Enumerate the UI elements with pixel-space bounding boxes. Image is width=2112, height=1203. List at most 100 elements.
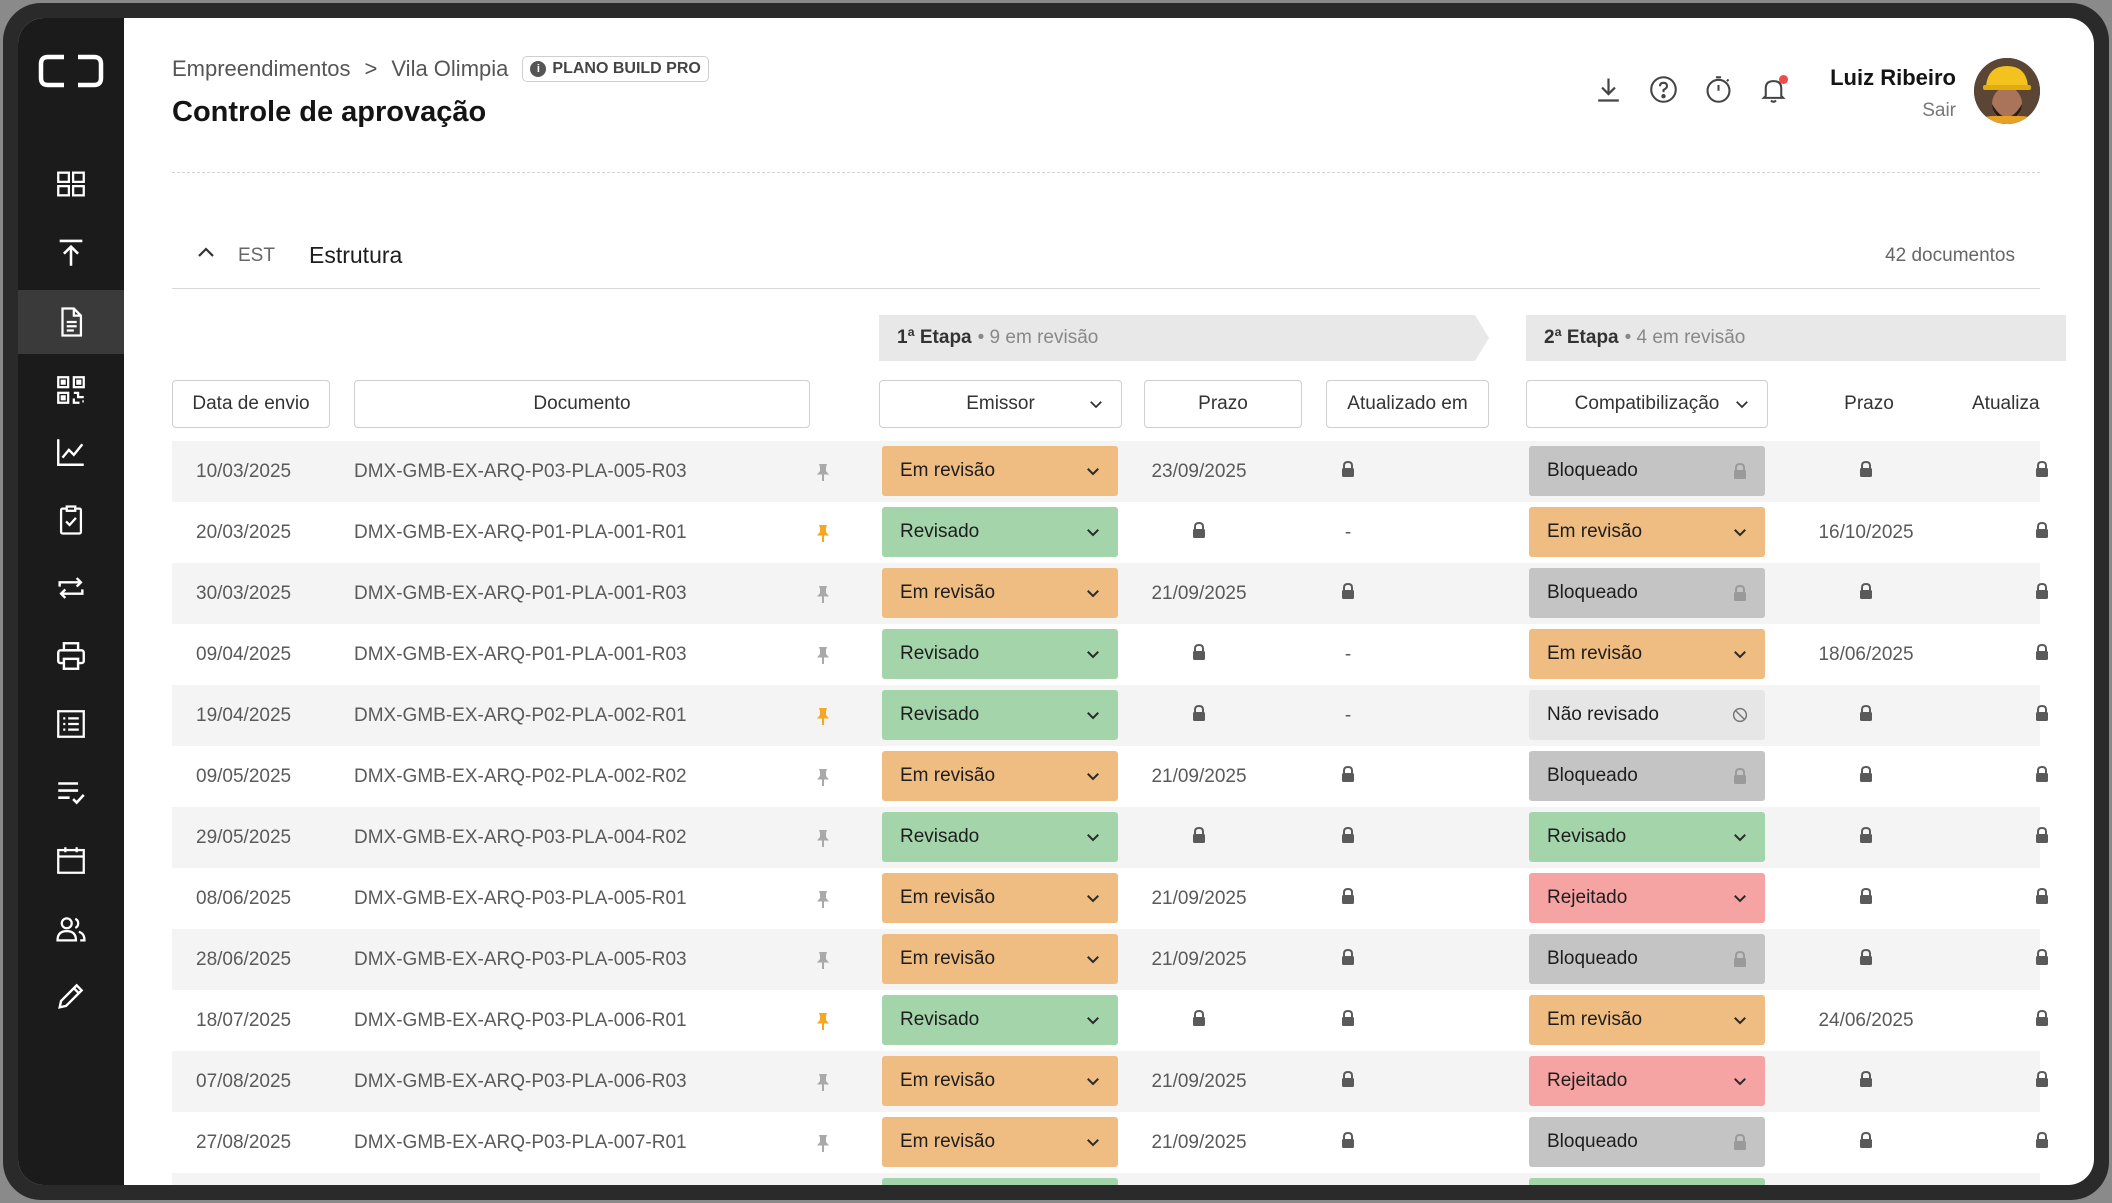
emitter-status-select[interactable]: Em revisão: [882, 568, 1118, 618]
document-name[interactable]: DMX-GMB-EX-ARQ-P03-PLA-005-R03: [354, 441, 687, 502]
breadcrumb-parent[interactable]: Empreendimentos: [172, 56, 351, 82]
chevron-up-icon[interactable]: [194, 241, 218, 265]
column-header-date[interactable]: Data de envio: [172, 380, 330, 428]
column-header-document[interactable]: Documento: [354, 380, 810, 428]
table-row[interactable]: 28/06/2025 DMX-GMB-EX-ARQ-P03-PLA-005-R03…: [172, 929, 2048, 990]
section-header[interactable]: EST Estrutura 42 documentos: [172, 223, 2040, 289]
nav-sync[interactable]: [18, 556, 124, 620]
table-row[interactable]: 18/07/2025 DMX-GMB-EX-ARQ-P03-PLA-006-R01…: [172, 990, 2048, 1051]
deadline-2: 24/06/2025: [1818, 1009, 1914, 1031]
pin-toggle[interactable]: [814, 441, 832, 502]
table-row[interactable]: 09/05/2025 DMX-GMB-EX-ARQ-P02-PLA-002-R02…: [172, 746, 2048, 807]
document-name[interactable]: DMX-GMB-EX-ARQ-P01-PLA-001-R03: [354, 563, 687, 624]
nav-approvals[interactable]: [18, 488, 124, 552]
nav-calendar[interactable]: [18, 828, 124, 892]
document-name[interactable]: DMX-GMB-EX-ARQ-P01-PLA-001-R01: [354, 502, 687, 563]
table-row[interactable]: 07/08/2025 DMX-GMB-EX-ARQ-P03-PLA-006-R03…: [172, 1051, 2048, 1112]
table-row[interactable]: 30/03/2025 DMX-GMB-EX-ARQ-P01-PLA-001-R03…: [172, 563, 2048, 624]
nav-reports[interactable]: [18, 420, 124, 484]
pin-toggle[interactable]: [814, 685, 832, 746]
app-window: Empreendimentos > Vila Olimpia i PLANO BU…: [18, 18, 2094, 1185]
compat-status-select[interactable]: Em revisão: [1529, 629, 1765, 679]
document-name[interactable]: DMX-GMB-EX-ARQ-P03-PLA-005-R03: [354, 929, 687, 990]
lock-icon: [2036, 1131, 2048, 1148]
table-row[interactable]: 16/09/2025 DMX-GMB-EX-ARQ-P03-PLA-007-R02…: [172, 1173, 2040, 1185]
nav-print[interactable]: [18, 624, 124, 688]
status-label: Revisado: [900, 704, 980, 725]
nav-checklist[interactable]: [18, 760, 124, 824]
logout-link[interactable]: Sair: [1922, 100, 1956, 122]
compat-status-select[interactable]: Em revisão: [1529, 507, 1765, 557]
document-name[interactable]: DMX-GMB-EX-ARQ-P03-PLA-005-R01: [354, 868, 687, 929]
help-button[interactable]: [1648, 74, 1679, 105]
emitter-status-select[interactable]: Em revisão: [882, 934, 1118, 984]
document-name[interactable]: DMX-GMB-EX-ARQ-P01-PLA-001-R03: [354, 624, 687, 685]
compat-status-select[interactable]: Não revisado: [1529, 690, 1765, 740]
nav-edit[interactable]: [18, 964, 124, 1028]
avatar[interactable]: [1974, 58, 2040, 124]
deadline-1: 23/09/2025: [1151, 460, 1247, 482]
column-header-deadline-2[interactable]: Prazo: [1790, 380, 1948, 428]
emitter-status-select[interactable]: Em revisão: [882, 873, 1118, 923]
table-row[interactable]: 08/06/2025 DMX-GMB-EX-ARQ-P03-PLA-005-R01…: [172, 868, 2048, 929]
pin-toggle[interactable]: [814, 868, 832, 929]
notifications-button[interactable]: [1758, 74, 1789, 105]
timer-button[interactable]: [1703, 74, 1734, 105]
nav-users[interactable]: [18, 897, 124, 961]
emitter-status-select[interactable]: Revisado: [882, 690, 1118, 740]
document-name[interactable]: DMX-GMB-EX-ARQ-P03-PLA-006-R01: [354, 990, 687, 1051]
compat-status-select[interactable]: Rejeitado: [1529, 873, 1765, 923]
table-row[interactable]: 29/05/2025 DMX-GMB-EX-ARQ-P03-PLA-004-R02…: [172, 807, 2048, 868]
emitter-status-select[interactable]: Em revisão: [882, 751, 1118, 801]
download-button[interactable]: [1593, 74, 1624, 105]
column-header-deadline-1[interactable]: Prazo: [1144, 380, 1302, 428]
nav-list[interactable]: [18, 692, 124, 756]
column-header-updated-1[interactable]: Atualizado em: [1326, 380, 1489, 428]
emitter-status-select[interactable]: Em revisão: [882, 1117, 1118, 1167]
pin-toggle[interactable]: [814, 1051, 832, 1112]
emitter-status-select[interactable]: Revisado: [882, 1178, 1118, 1185]
document-name[interactable]: DMX-GMB-EX-ARQ-P02-PLA-002-R02: [354, 746, 687, 807]
breadcrumb-current[interactable]: Vila Olimpia: [391, 56, 508, 82]
nav-dashboard[interactable]: [18, 152, 124, 216]
emitter-status-select[interactable]: Em revisão: [882, 446, 1118, 496]
document-name[interactable]: DMX-GMB-EX-ARQ-P03-PLA-006-R03: [354, 1051, 687, 1112]
document-name[interactable]: DMX-GMB-EX-ARQ-P03-PLA-007-R02: [354, 1173, 687, 1185]
table-row[interactable]: 10/03/2025 DMX-GMB-EX-ARQ-P03-PLA-005-R03…: [172, 441, 2048, 502]
table-row[interactable]: 27/08/2025 DMX-GMB-EX-ARQ-P03-PLA-007-R01…: [172, 1112, 2048, 1173]
column-header-emitter[interactable]: Emissor: [879, 380, 1122, 428]
deadline-2: [1816, 746, 1916, 807]
pin-toggle[interactable]: [814, 1173, 832, 1185]
app-logo[interactable]: [36, 51, 106, 91]
updated-2: [2027, 1173, 2057, 1185]
pin-toggle[interactable]: [814, 1112, 832, 1173]
compat-status-select[interactable]: Revisado: [1529, 1178, 1765, 1185]
emitter-status-select[interactable]: Revisado: [882, 629, 1118, 679]
nav-upload[interactable]: [18, 221, 124, 285]
table-row[interactable]: 09/04/2025 DMX-GMB-EX-ARQ-P01-PLA-001-R03…: [172, 624, 2048, 685]
table-row[interactable]: 19/04/2025 DMX-GMB-EX-ARQ-P02-PLA-002-R01…: [172, 685, 2048, 746]
column-header-compat[interactable]: Compatibilização: [1526, 380, 1768, 428]
pin-toggle[interactable]: [814, 929, 832, 990]
pin-toggle[interactable]: [814, 624, 832, 685]
column-header-updated-2[interactable]: Atualiza: [1972, 380, 2066, 428]
pin-toggle[interactable]: [814, 502, 832, 563]
compat-status-select[interactable]: Rejeitado: [1529, 1056, 1765, 1106]
pin-toggle[interactable]: [814, 746, 832, 807]
pin-toggle[interactable]: [814, 563, 832, 624]
nav-documents[interactable]: [18, 290, 124, 354]
send-date: 09/04/2025: [196, 643, 292, 665]
document-name[interactable]: DMX-GMB-EX-ARQ-P02-PLA-002-R01: [354, 685, 687, 746]
document-name[interactable]: DMX-GMB-EX-ARQ-P03-PLA-007-R01: [354, 1112, 687, 1173]
compat-status-select[interactable]: Revisado: [1529, 812, 1765, 862]
emitter-status-select[interactable]: Revisado: [882, 812, 1118, 862]
emitter-status-select[interactable]: Revisado: [882, 995, 1118, 1045]
table-row[interactable]: 20/03/2025 DMX-GMB-EX-ARQ-P01-PLA-001-R01…: [172, 502, 2048, 563]
emitter-status-select[interactable]: Em revisão: [882, 1056, 1118, 1106]
pin-toggle[interactable]: [814, 990, 832, 1051]
compat-status-select[interactable]: Em revisão: [1529, 995, 1765, 1045]
pin-toggle[interactable]: [814, 807, 832, 868]
nav-qr-code[interactable]: [18, 358, 124, 422]
emitter-status-select[interactable]: Revisado: [882, 507, 1118, 557]
document-name[interactable]: DMX-GMB-EX-ARQ-P03-PLA-004-R02: [354, 807, 687, 868]
